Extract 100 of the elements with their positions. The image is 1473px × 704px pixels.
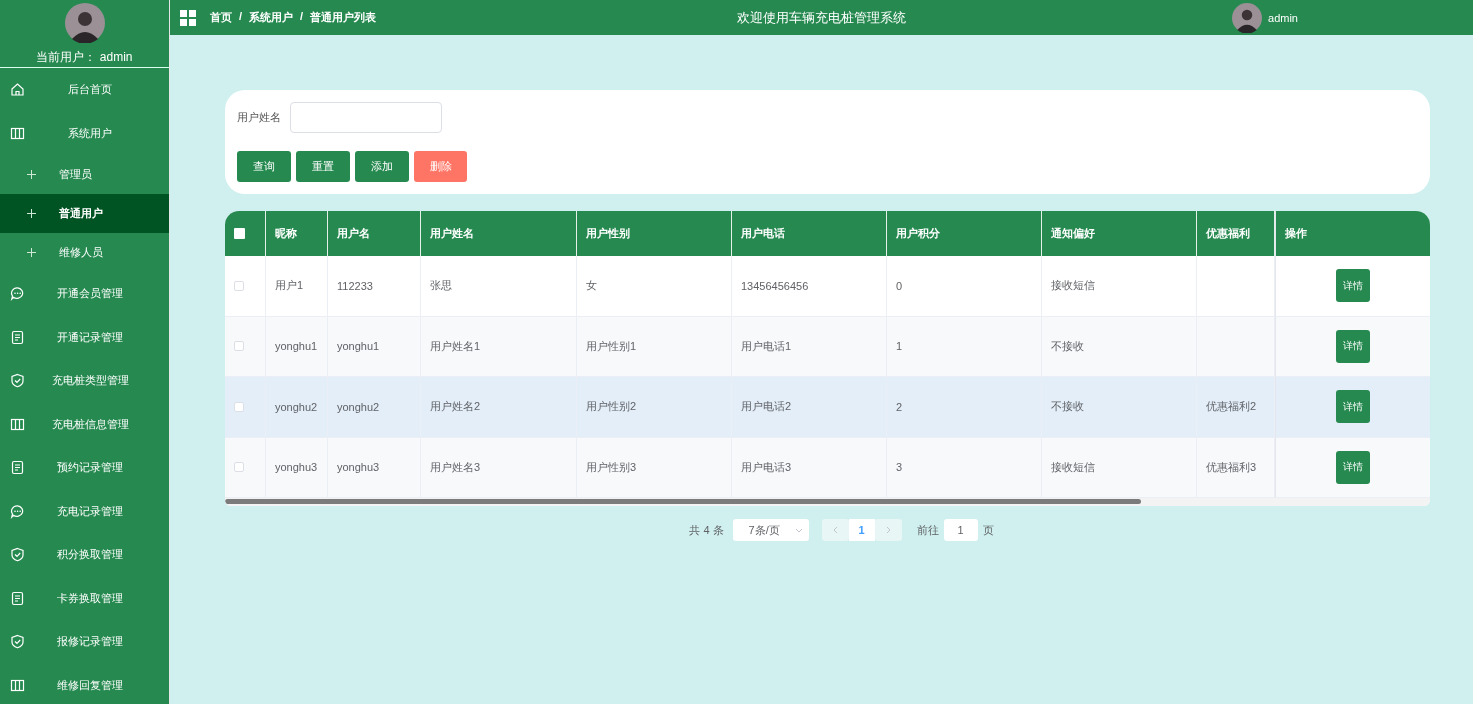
- table-cell: 13456456456: [741, 279, 809, 292]
- breadcrumb-link[interactable]: 普通用户列表: [310, 10, 377, 25]
- details-button[interactable]: 详情: [1336, 329, 1370, 363]
- next-page-button[interactable]: [874, 519, 902, 541]
- horizontal-scrollbar[interactable]: [225, 499, 1141, 504]
- table-cell: yonghu2: [275, 400, 318, 413]
- chevron-right-icon: [885, 526, 891, 534]
- plus-icon: [24, 245, 39, 260]
- table-cell: yonghu3: [275, 461, 318, 474]
- table-cell: 用户电话2: [741, 399, 792, 415]
- table-row[interactable]: yonghu1 yonghu1 用户姓名1 用户性别1 用户电话1 1 不接收 详情: [225, 316, 1430, 377]
- menu-item[interactable]: 充电桩类型管理: [0, 359, 169, 403]
- menu-item[interactable]: 普通用户: [0, 194, 169, 233]
- menu-item[interactable]: 系统用户: [0, 111, 169, 155]
- table-cell: 用户电话3: [741, 459, 792, 475]
- breadcrumb-separator: /: [300, 10, 304, 24]
- menu-item[interactable]: 维修人员: [0, 233, 169, 272]
- menu-item[interactable]: 开通记录管理: [0, 315, 169, 359]
- breadcrumb-separator: /: [239, 10, 243, 24]
- table-cell: yonghu3: [337, 461, 380, 474]
- system-title: 欢迎使用车辆充电桩管理系统: [737, 8, 906, 27]
- table-cell: 女: [586, 278, 597, 294]
- table-cell: 用户性别2: [586, 399, 637, 415]
- table-cell: 2: [896, 400, 903, 413]
- shield-check-icon: [10, 547, 25, 563]
- menu-item[interactable]: 充电桩信息管理: [0, 402, 169, 446]
- table-cell: 112233: [337, 279, 373, 292]
- columns-icon: [10, 125, 25, 141]
- row-checkbox[interactable]: [234, 462, 244, 473]
- document-icon: [10, 590, 25, 606]
- breadcrumb-link[interactable]: 系统用户: [249, 10, 294, 25]
- action-button[interactable]: 重置: [296, 151, 350, 182]
- plus-icon: [24, 206, 39, 221]
- table-cell: 用户1: [275, 278, 304, 294]
- table-cell: 不接收: [1051, 399, 1084, 415]
- table-cell: 不接收: [1051, 338, 1084, 354]
- menu-item[interactable]: 维修回复管理: [0, 663, 169, 704]
- user-name[interactable]: admin: [1268, 11, 1298, 24]
- table-row[interactable]: yonghu2 yonghu2 用户姓名2 用户性别2 用户电话2 2 不接收 优惠福利2 详情: [225, 377, 1430, 438]
- menu-item[interactable]: 预约记录管理: [0, 446, 169, 490]
- field-label: 用户姓名: [237, 110, 281, 125]
- chat-icon: [10, 503, 25, 519]
- avatar-icon: [1232, 2, 1263, 33]
- table-cell: 1: [896, 340, 903, 353]
- columns-icon: [10, 416, 25, 432]
- home-icon: [10, 82, 25, 98]
- table-cell: 用户姓名3: [430, 459, 481, 475]
- details-button[interactable]: 详情: [1336, 450, 1370, 484]
- table-cell: 用户姓名1: [430, 338, 481, 354]
- menu-item[interactable]: 开通会员管理: [0, 272, 169, 316]
- menu-item[interactable]: 积分换取管理: [0, 533, 169, 577]
- chat-icon: [10, 286, 25, 302]
- grid-menu-icon: [180, 9, 196, 26]
- chevron-left-icon: [832, 526, 838, 534]
- total-count: 共 4 条: [689, 522, 724, 538]
- name-input-field[interactable]: [290, 102, 442, 133]
- menu-item[interactable]: 卡券换取管理: [0, 576, 169, 620]
- chevron-down-icon: [794, 527, 803, 533]
- breadcrumb-link[interactable]: 首页: [210, 10, 232, 25]
- shield-check-icon: [10, 373, 25, 389]
- table-cell: 优惠福利2: [1206, 399, 1257, 415]
- menu-item[interactable]: 后台首页: [0, 68, 169, 112]
- table-cell: 用户性别3: [586, 459, 637, 475]
- columns-icon: [10, 677, 25, 693]
- table-cell: 接收短信: [1051, 278, 1095, 294]
- menu-item[interactable]: 报修记录管理: [0, 620, 169, 664]
- document-icon: [10, 460, 25, 476]
- page-input-field[interactable]: 1: [943, 519, 978, 541]
- page-unit-label: 页: [982, 522, 994, 538]
- row-checkbox[interactable]: [234, 280, 244, 291]
- action-button[interactable]: 添加: [355, 151, 409, 182]
- table-cell: 张思: [430, 278, 452, 294]
- table-cell: 接收短信: [1051, 459, 1095, 475]
- shield-check-icon: [10, 634, 25, 650]
- table-row[interactable]: 用户1 112233 张思 女 13456456456 0 接收短信 详情: [225, 256, 1430, 317]
- page-number[interactable]: 1: [848, 519, 875, 541]
- table-cell: 用户电话1: [741, 338, 792, 354]
- table-cell: 0: [896, 279, 903, 292]
- delete-button[interactable]: 删除: [414, 151, 467, 182]
- table-row[interactable]: yonghu3 yonghu3 用户姓名3 用户性别3 用户电话3 3 接收短信 优惠福利3 详情: [225, 437, 1430, 498]
- details-button[interactable]: 详情: [1336, 390, 1370, 424]
- goto-label: 前往: [916, 522, 939, 538]
- details-button[interactable]: 详情: [1336, 269, 1370, 303]
- document-icon: [10, 329, 25, 345]
- current-user-label: 当前用户： admin: [36, 49, 133, 66]
- row-checkbox[interactable]: [234, 401, 244, 412]
- table-cell: 用户姓名2: [430, 399, 481, 415]
- previous-page-button[interactable]: [821, 519, 849, 541]
- menu-item[interactable]: 管理员: [0, 155, 169, 194]
- action-button[interactable]: 查询: [237, 151, 291, 182]
- table-cell: yonghu2: [337, 400, 380, 413]
- table-cell: yonghu1: [275, 340, 318, 353]
- page-size-select[interactable]: 7条/页: [732, 519, 809, 541]
- plus-icon: [24, 167, 39, 182]
- table-cell: yonghu1: [337, 340, 380, 353]
- select-all-checkbox[interactable]: [234, 228, 245, 239]
- table-cell: 用户性别1: [586, 338, 637, 354]
- row-checkbox[interactable]: [234, 341, 244, 352]
- menu-item[interactable]: 充电记录管理: [0, 489, 169, 533]
- avatar-icon: [64, 3, 105, 43]
